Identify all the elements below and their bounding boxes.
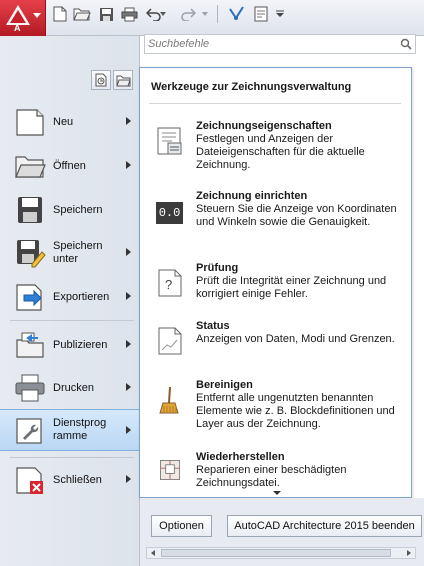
floppy-disk-icon	[18, 197, 42, 223]
submenu-arrow-icon	[126, 117, 131, 125]
submenu-arrow-icon	[126, 340, 131, 348]
tool-title: Zeichnungseigenschaften	[196, 120, 332, 132]
tool-description: Prüft die Integrität einer Zeichnung und…	[196, 275, 387, 301]
qat-workspace-icon[interactable]	[226, 5, 246, 23]
open-folder-icon	[15, 156, 46, 178]
export-icon	[16, 284, 42, 311]
save-as-icon	[17, 240, 46, 268]
menu-item-label: Dienstprog ramme	[53, 417, 107, 442]
tool-description: Reparieren einer beschädigten Zeichnungs…	[196, 464, 347, 490]
tool-audit[interactable]: ? Prüfung Prüft die Integrität einer Zei…	[140, 262, 411, 312]
tool-title: Prüfung	[196, 262, 239, 274]
tool-title: Bereinigen	[196, 379, 253, 391]
broom-icon	[159, 386, 179, 414]
menu-item-print[interactable]: Drucken	[0, 367, 139, 409]
wrench-icon	[16, 418, 42, 444]
qat-new-icon[interactable]	[50, 5, 70, 23]
application-menu-button[interactable]: A	[0, 0, 46, 36]
open-documents-button[interactable]	[113, 70, 133, 90]
qat-undo-dropdown-icon[interactable]	[158, 5, 168, 23]
tool-title: Wiederherstellen	[196, 451, 285, 463]
scrollbar-thumb[interactable]	[161, 549, 391, 557]
status-icon	[158, 327, 182, 355]
app-menu-caret-icon	[33, 13, 41, 18]
submenu-arrow-icon	[126, 292, 131, 300]
tool-description: Festlegen und Anzeigen der Dateieigensch…	[196, 133, 365, 172]
open-documents-icon	[115, 75, 131, 86]
tool-recover[interactable]: Wiederherstellen Reparieren einer beschä…	[140, 451, 411, 491]
submenu-arrow-icon	[126, 161, 131, 169]
menu-item-close[interactable]: Schließen	[0, 459, 139, 501]
close-document-icon	[16, 467, 43, 494]
qat-redo-icon[interactable]	[178, 5, 198, 23]
menu-item-utilities[interactable]: Dienstprog ramme	[0, 409, 139, 451]
menu-item-label: Schließen	[53, 473, 102, 486]
qat-redo-dropdown-icon[interactable]	[200, 5, 210, 23]
tool-title: Zeichnung einrichten	[196, 190, 308, 202]
menu-item-export[interactable]: Exportieren	[0, 276, 139, 318]
command-search-box	[144, 34, 416, 54]
menu-item-save[interactable]: Speichern	[0, 189, 139, 231]
menu-separator	[10, 320, 134, 321]
publish-icon	[16, 332, 44, 358]
recent-documents-button[interactable]	[91, 70, 111, 90]
audit-question-mark: ?	[165, 277, 172, 292]
tool-purge[interactable]: Bereinigen Entfernt alle ungenutzten ben…	[140, 379, 411, 441]
menu-item-save-as[interactable]: Speichern unter	[0, 232, 139, 274]
scroll-right-icon[interactable]	[407, 550, 411, 556]
submenu-title: Werkzeuge zur Zeichnungsverwaltung	[151, 81, 352, 93]
menu-item-label: Neu	[53, 115, 74, 128]
scroll-more-icon[interactable]	[273, 491, 281, 495]
tool-description: Steuern Sie die Anzeige von Koordinaten …	[196, 203, 397, 229]
menu-item-label: Publizieren	[53, 338, 108, 351]
submenu-arrow-icon	[126, 383, 131, 391]
menu-item-label: Speichern	[53, 203, 103, 216]
drawing-properties-icon	[157, 127, 182, 155]
submenu-arrow-icon	[126, 426, 131, 434]
units-icon: 0.0	[156, 202, 183, 224]
qat-open-icon[interactable]	[72, 5, 92, 23]
search-icon[interactable]	[400, 38, 412, 50]
qat-layer-icon[interactable]	[251, 5, 271, 23]
menu-item-open[interactable]: Öffnen	[0, 145, 139, 187]
audit-icon: ?	[158, 269, 182, 297]
options-button[interactable]: Optionen	[151, 515, 212, 537]
qat-print-icon[interactable]	[119, 5, 139, 23]
tool-description: Entfernt alle ungenutzten benannten Elem…	[196, 392, 395, 431]
recent-documents-icon	[95, 73, 107, 87]
menu-separator	[10, 457, 134, 458]
tool-drawing-setup[interactable]: 0.0 Zeichnung einrichten Steuern Sie die…	[140, 190, 411, 250]
qat-save-icon[interactable]	[96, 5, 116, 23]
recover-icon	[160, 460, 180, 480]
qat-customize-icon[interactable]	[273, 5, 287, 23]
submenu-arrow-icon	[126, 475, 131, 483]
exit-application-button[interactable]: AutoCAD Architecture 2015 beenden	[227, 515, 422, 537]
tool-drawing-properties[interactable]: Zeichnungseigenschaften Festlegen und An…	[140, 120, 411, 180]
quick-access-toolbar: A	[0, 0, 424, 36]
tool-status[interactable]: Status Anzeigen von Daten, Modi und Gren…	[140, 320, 411, 370]
tool-title: Status	[196, 320, 230, 332]
command-search-input[interactable]	[145, 35, 395, 53]
menu-item-label: Drucken	[53, 381, 94, 394]
menu-item-label: Speichern unter	[53, 240, 103, 265]
application-menu-panel: Neu Öffnen Speichern Speichern unter Exp…	[0, 36, 140, 566]
utilities-submenu: Werkzeuge zur Zeichnungsverwaltung Zeich…	[139, 67, 412, 498]
app-letter: A	[14, 23, 21, 33]
printer-icon	[15, 374, 45, 402]
scroll-left-icon[interactable]	[151, 550, 155, 556]
menu-item-new[interactable]: Neu	[0, 101, 139, 143]
horizontal-scrollbar[interactable]	[146, 547, 416, 559]
new-document-icon	[16, 109, 44, 136]
tool-description: Anzeigen von Daten, Modi und Grenzen.	[196, 333, 395, 345]
submenu-divider	[149, 103, 401, 104]
submenu-arrow-icon	[126, 248, 131, 256]
menu-item-label: Öffnen	[53, 159, 86, 172]
qat-separator	[217, 5, 218, 23]
menu-item-publish[interactable]: Publizieren	[0, 324, 139, 366]
menu-item-label: Exportieren	[53, 290, 110, 303]
